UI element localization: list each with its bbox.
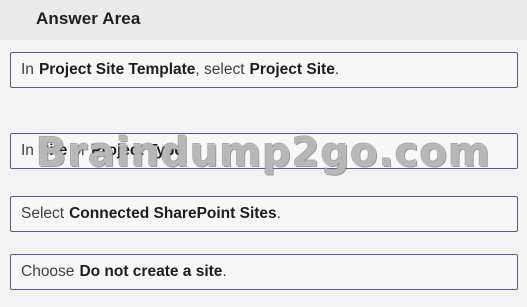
answer-option-2[interactable]: In Site or Project Type [10,133,518,169]
option-4-text-b: Do not create a site [79,263,223,280]
option-4-text-a: Choose [21,263,75,280]
answer-area-title: Answer Area [36,9,141,28]
option-1-text-e: . [334,61,340,78]
option-1-text-b: Project Site Template [38,61,196,78]
option-1-text-c: , select [195,61,245,78]
option-3-text-a: Select [21,205,65,222]
answer-area-panel: Answer Area In Project Site Template , s… [0,0,527,307]
option-1-text-d: Project Site [249,61,335,78]
answer-option-4[interactable]: Choose Do not create a site . [10,254,518,290]
option-4-text-c: . [222,263,227,280]
option-2-text-a: In [21,142,34,159]
answer-option-1[interactable]: In Project Site Template , select Projec… [10,52,518,88]
option-3-text-b: Connected SharePoint Sites [69,205,277,222]
option-2-text-d: Project Type [91,142,184,159]
answer-option-3[interactable]: Select Connected SharePoint Sites . [10,196,518,232]
option-3-text-c: . [276,205,281,222]
option-2-text-b: Site [38,142,68,159]
answer-area-header: Answer Area [0,0,527,40]
option-2-text-c: or [72,142,87,159]
option-1-text-a: In [21,61,34,78]
